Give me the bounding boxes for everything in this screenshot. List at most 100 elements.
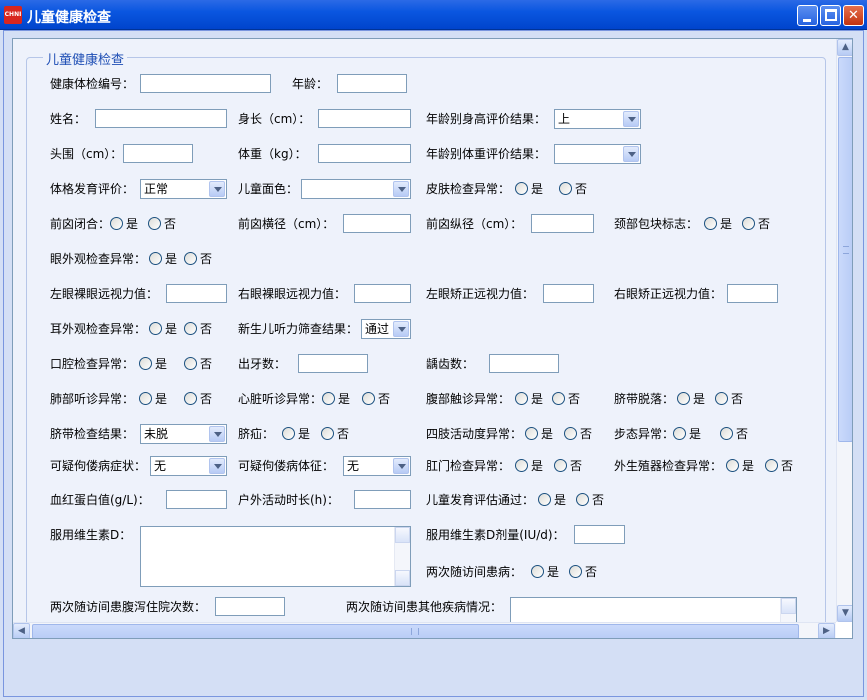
umbilical-off-no-radio[interactable] xyxy=(715,392,728,405)
hearing-select[interactable]: 通过 xyxy=(361,319,411,339)
exam-no-input[interactable] xyxy=(140,74,271,93)
chevron-down-icon[interactable] xyxy=(209,426,225,442)
lung-no-radio[interactable] xyxy=(184,392,197,405)
label-eye: 眼外观检查异常： xyxy=(50,252,147,266)
anus-no-radio[interactable] xyxy=(554,459,567,472)
maximize-button[interactable] xyxy=(820,5,841,26)
left-corrected-input[interactable] xyxy=(543,284,594,303)
skin-yes-radio[interactable] xyxy=(515,182,528,195)
oral-yes-label: 是 xyxy=(155,357,168,371)
scroll-right-button[interactable]: ▶ xyxy=(818,623,835,638)
vertical-scroll-thumb[interactable] xyxy=(838,57,852,442)
hernia-no-radio[interactable] xyxy=(321,427,334,440)
scroll-up-button[interactable]: ▲ xyxy=(837,39,852,56)
visit-ill-yes-radio[interactable] xyxy=(531,565,544,578)
chevron-down-icon[interactable] xyxy=(393,321,409,337)
scroll-left-button[interactable]: ◀ xyxy=(13,623,30,638)
other-disease-textarea[interactable] xyxy=(510,597,797,622)
close-button[interactable]: ✕ xyxy=(843,5,864,26)
oral-no-radio[interactable] xyxy=(184,357,197,370)
label-umbilical-check: 脐带检查结果： xyxy=(50,427,135,441)
neck-yes-radio[interactable] xyxy=(704,217,717,230)
weight-input[interactable] xyxy=(318,144,411,163)
growth-no-radio[interactable] xyxy=(576,493,589,506)
hernia-yes-radio[interactable] xyxy=(282,427,295,440)
gait-no-radio[interactable] xyxy=(720,427,733,440)
fontanel-v-input[interactable] xyxy=(531,214,594,233)
scroll-up-icon[interactable] xyxy=(395,527,410,543)
ear-yes-radio[interactable] xyxy=(149,322,162,335)
lung-yes-radio[interactable] xyxy=(139,392,152,405)
teeth-input[interactable] xyxy=(298,354,368,373)
neck-yes-label: 是 xyxy=(720,217,733,231)
physique-select[interactable]: 正常 xyxy=(140,179,227,199)
outdoor-input[interactable] xyxy=(354,490,411,509)
rickets-sym-select[interactable]: 无 xyxy=(150,456,227,476)
fontanel-no-radio[interactable] xyxy=(148,217,161,230)
weight-eval-select[interactable] xyxy=(554,144,641,164)
label-umbilical-off: 脐带脱落： xyxy=(614,392,675,406)
heart-yes-radio[interactable] xyxy=(322,392,335,405)
height-input[interactable] xyxy=(318,109,411,128)
hemoglobin-input[interactable] xyxy=(166,490,227,509)
limbs-yes-radio[interactable] xyxy=(525,427,538,440)
label-height: 身长（cm）： xyxy=(238,112,311,126)
abdomen-yes-radio[interactable] xyxy=(515,392,528,405)
left-naked-input[interactable] xyxy=(166,284,227,303)
scroll-panel: 儿童健康检查 健康体检编号： 年龄： 姓名： 身长（cm）： 年龄别身高评价结果… xyxy=(12,38,853,639)
scroll-up-icon[interactable] xyxy=(781,598,796,614)
ear-no-radio[interactable] xyxy=(184,322,197,335)
minimize-button[interactable] xyxy=(797,5,818,26)
fontanel-yes-radio[interactable] xyxy=(110,217,123,230)
eye-yes-radio[interactable] xyxy=(149,252,162,265)
visit-ill-no-radio[interactable] xyxy=(569,565,582,578)
age-input[interactable] xyxy=(337,74,407,93)
eye-no-radio[interactable] xyxy=(184,252,197,265)
umbilical-off-yes-radio[interactable] xyxy=(677,392,690,405)
chevron-down-icon[interactable] xyxy=(623,111,639,127)
oral-yes-radio[interactable] xyxy=(139,357,152,370)
label-outdoor: 户外活动时长(h)： xyxy=(238,493,339,507)
gait-yes-radio[interactable] xyxy=(673,427,686,440)
vertical-scrollbar[interactable]: ▲ ▼ xyxy=(836,39,852,622)
rickets-sign-select[interactable]: 无 xyxy=(343,456,411,476)
other-disease-scrollbar[interactable] xyxy=(780,598,796,622)
limbs-no-radio[interactable] xyxy=(564,427,577,440)
minimize-icon xyxy=(803,19,811,22)
horizontal-scroll-thumb[interactable] xyxy=(32,624,799,638)
abdomen-yes-label: 是 xyxy=(531,392,544,406)
scroll-down-button[interactable]: ▼ xyxy=(837,605,852,622)
vitd-dose-input[interactable] xyxy=(574,525,625,544)
grip-icon xyxy=(411,628,419,635)
label-complexion: 儿童面色： xyxy=(238,182,299,196)
vitd-scrollbar[interactable] xyxy=(394,527,410,586)
height-eval-select[interactable]: 上 xyxy=(554,109,641,129)
anus-yes-radio[interactable] xyxy=(515,459,528,472)
horizontal-scrollbar[interactable]: ◀ ▶ xyxy=(13,622,836,638)
chevron-down-icon[interactable] xyxy=(623,146,639,162)
fontanel-yes-label: 是 xyxy=(126,217,139,231)
genital-yes-radio[interactable] xyxy=(726,459,739,472)
chevron-down-icon[interactable] xyxy=(209,458,225,474)
head-input[interactable] xyxy=(123,144,193,163)
fontanel-h-input[interactable] xyxy=(343,214,411,233)
growth-yes-radio[interactable] xyxy=(538,493,551,506)
vitd-textarea[interactable] xyxy=(140,526,411,587)
right-corrected-input[interactable] xyxy=(727,284,778,303)
name-input[interactable] xyxy=(95,109,227,128)
genital-no-radio[interactable] xyxy=(765,459,778,472)
diarrhea-input[interactable] xyxy=(215,597,285,616)
chevron-down-icon[interactable] xyxy=(209,181,225,197)
abdomen-no-radio[interactable] xyxy=(552,392,565,405)
gait-no-label: 否 xyxy=(736,427,749,441)
heart-no-radio[interactable] xyxy=(362,392,375,405)
caries-input[interactable] xyxy=(489,354,559,373)
umbilical-check-select[interactable]: 未脱 xyxy=(140,424,227,444)
chevron-down-icon[interactable] xyxy=(393,458,409,474)
neck-no-radio[interactable] xyxy=(742,217,755,230)
right-naked-input[interactable] xyxy=(354,284,411,303)
complexion-select[interactable] xyxy=(301,179,411,199)
skin-no-radio[interactable] xyxy=(559,182,572,195)
chevron-down-icon[interactable] xyxy=(393,181,409,197)
scroll-down-icon[interactable] xyxy=(395,570,410,586)
